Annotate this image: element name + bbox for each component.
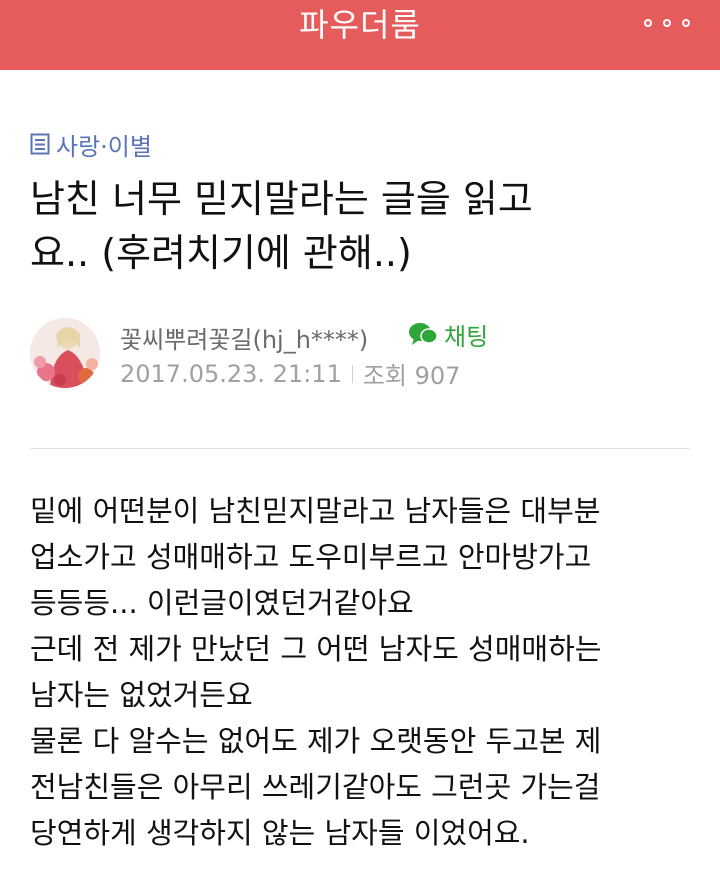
meta-divider (351, 364, 353, 383)
author-name[interactable]: 꽃씨뿌려꽃길(hj_h****) (120, 320, 368, 355)
divider (30, 448, 690, 449)
body-line: 전남친들은 아무리 쓰레기같아도 그런곳 가는걸 (30, 770, 601, 804)
body-line: 당연하게 생각하지 않는 남자들 이었어요. (30, 816, 530, 850)
more-icon (644, 19, 652, 27)
more-icon (682, 19, 690, 27)
body-line: 근데 전 제가 만났던 그 어떤 남자도 성매매하는 (30, 632, 602, 666)
post-title-line: 남친 너무 믿지말라는 글을 읽고 (30, 177, 533, 221)
author-info: 꽃씨뿌려꽃길(hj_h****) 채팅 2017.05.23. 21:11 조회… (30, 318, 690, 390)
chat-bubble-icon (409, 323, 438, 345)
app-title: 파우더룸 (299, 6, 421, 44)
post-date: 2017.05.23. 21:11 (120, 359, 342, 388)
more-icon (663, 19, 671, 27)
body-line: 물론 다 알수는 없어도 제가 오랫동안 두고본 제 (30, 724, 602, 758)
chat-label: 채팅 (444, 322, 489, 351)
post-body: 밑에 어떤분이 남친믿지말라고 남자들은 대부분 업소가고 성매매하고 도우미부… (30, 488, 700, 856)
body-line: 등등등... 이런글이였던거같아요 (30, 586, 414, 620)
more-options-button[interactable] (644, 16, 690, 30)
document-icon (30, 133, 50, 155)
category-link[interactable]: 사랑·이별 (30, 128, 152, 161)
body-line: 밑에 어떤분이 남친믿지말라고 남자들은 대부분 (30, 494, 601, 528)
post-title: 남친 너무 믿지말라는 글을 읽고 요.. (후려치기에 관해..) (30, 172, 690, 280)
app-header: 파우더룸 (0, 0, 720, 70)
view-count: 조회 907 (362, 362, 461, 390)
chat-button[interactable]: 채팅 (408, 318, 489, 351)
body-line: 남자는 없었거든요 (30, 678, 253, 712)
category-label: 사랑·이별 (56, 132, 152, 161)
avatar-photo (30, 318, 100, 388)
avatar[interactable] (30, 318, 100, 388)
post-title-line: 요.. (후려치기에 관해..) (30, 231, 412, 275)
post-content: 사랑·이별 남친 너무 믿지말라는 글을 읽고 요.. (후려치기에 관해..)… (0, 70, 720, 876)
post-meta: 2017.05.23. 21:11 조회 907 (120, 356, 460, 391)
body-line: 업소가고 성매매하고 도우미부르고 안마방가고 (30, 540, 592, 574)
